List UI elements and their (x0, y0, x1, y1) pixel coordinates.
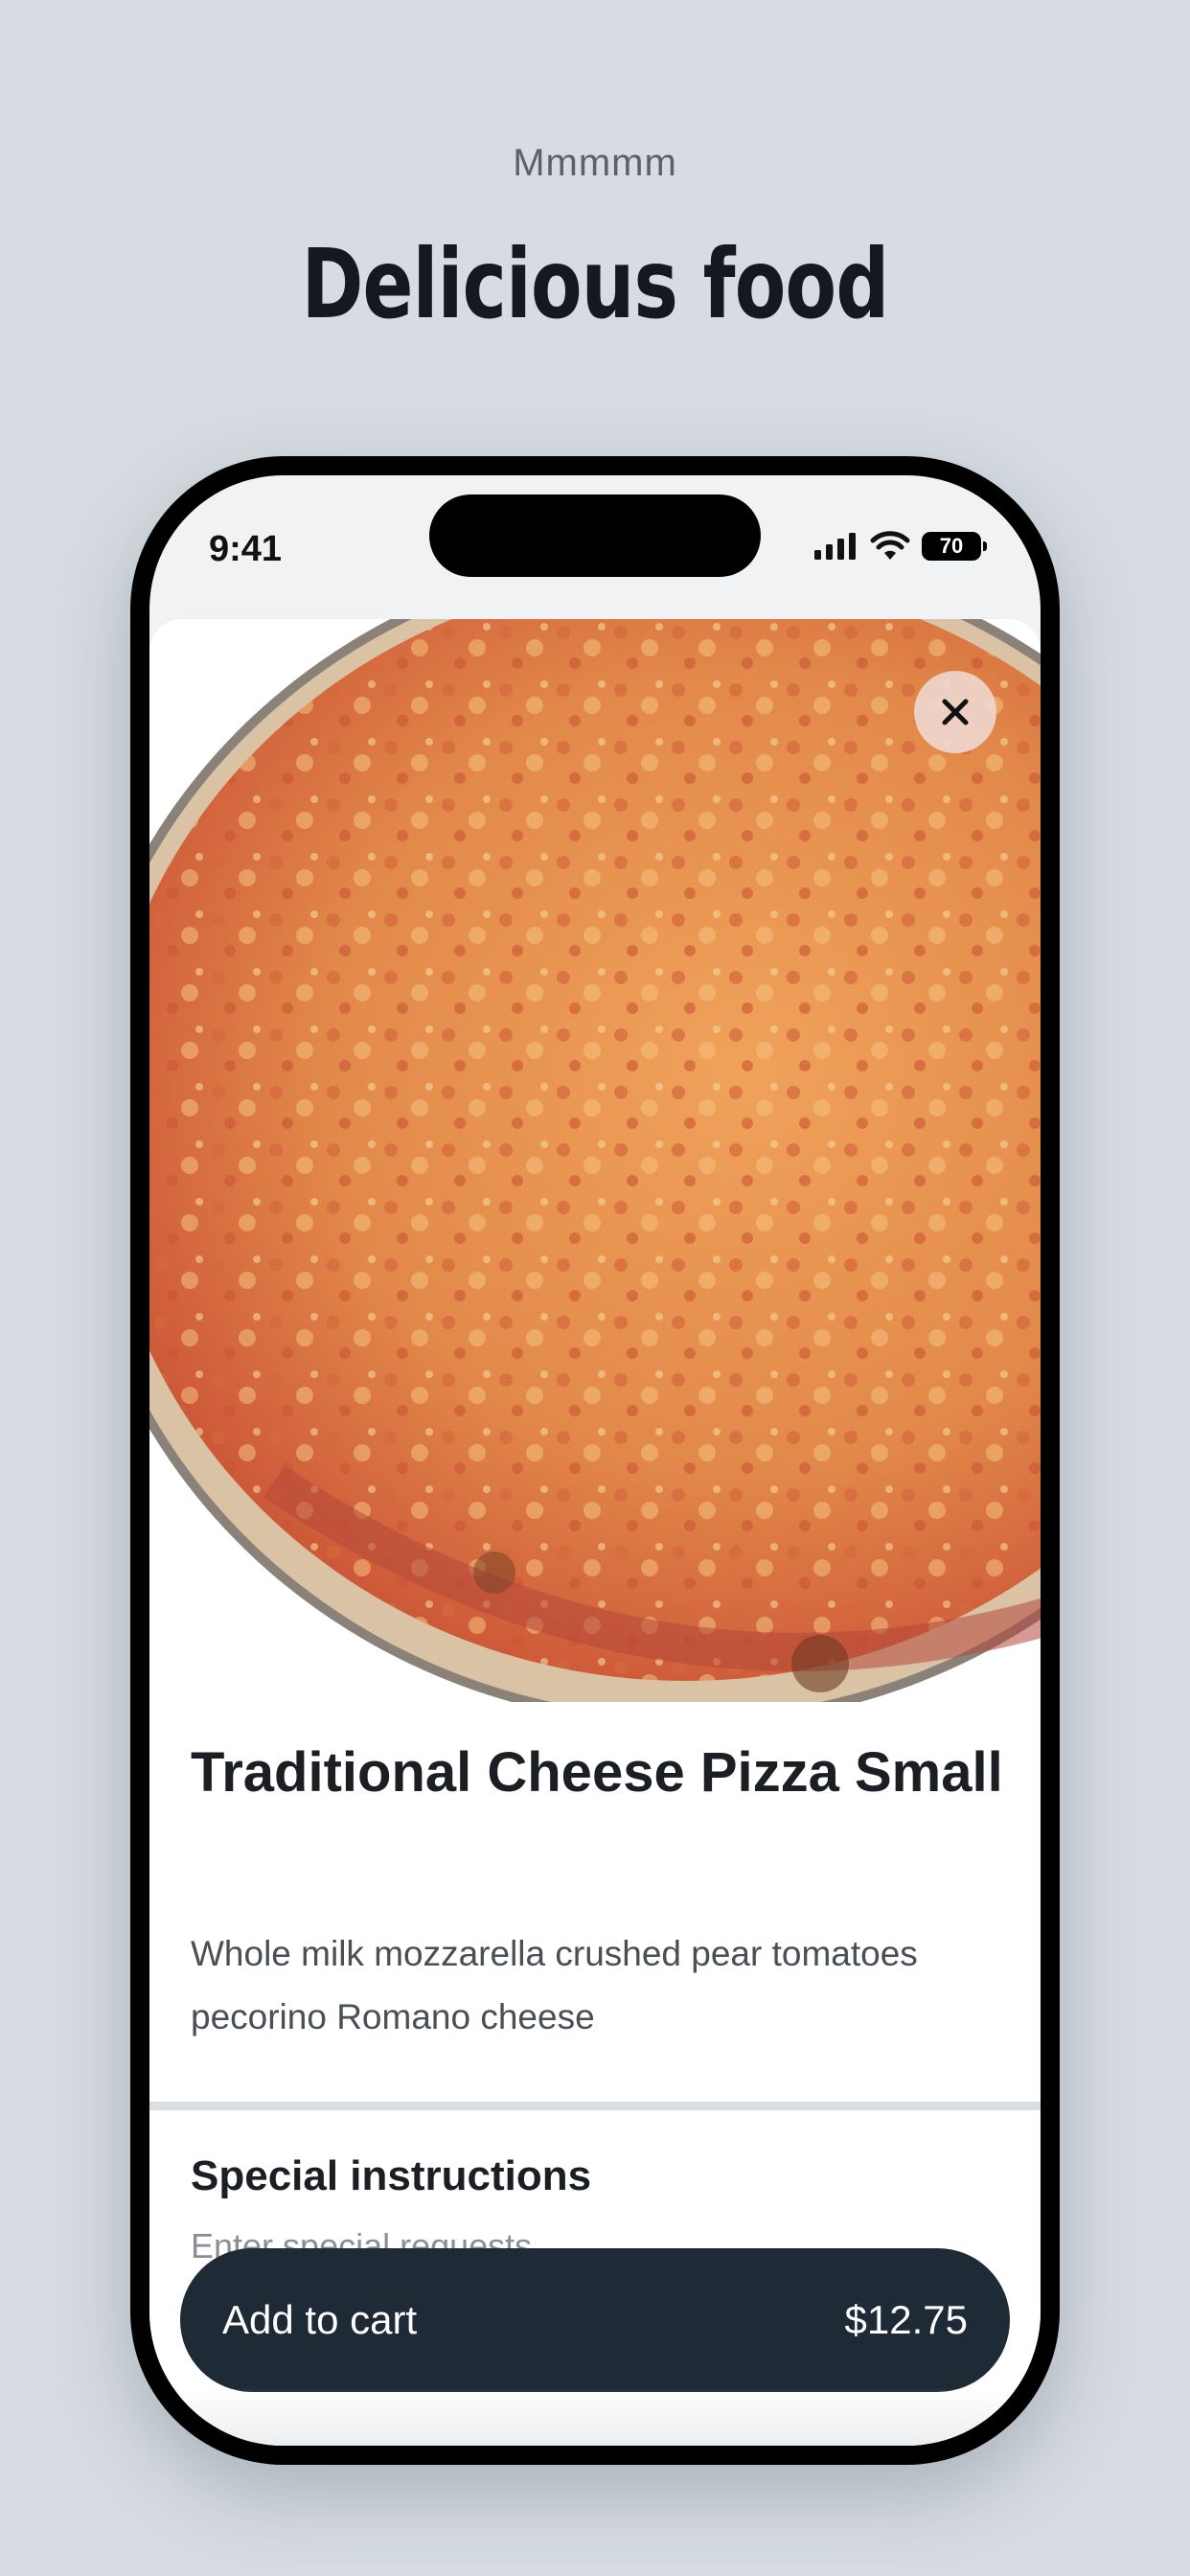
home-indicator-area (149, 2388, 1041, 2446)
add-to-cart-label: Add to cart (222, 2297, 418, 2342)
signal-icon (814, 533, 856, 560)
pizza-photo (149, 619, 1041, 1702)
battery-icon: 70 (922, 532, 987, 561)
add-to-cart-button[interactable]: Add to cart $12.75 (180, 2248, 1010, 2392)
section-divider (149, 2102, 1041, 2110)
dynamic-island (429, 494, 761, 577)
status-time: 9:41 (209, 529, 283, 569)
pizza-illustration (149, 619, 1041, 1702)
special-instructions-title: Special instructions (191, 2152, 592, 2199)
promo-eyebrow: Mmmmm (513, 142, 677, 184)
status-bar: 9:41 70 (149, 475, 1041, 610)
close-icon (942, 699, 969, 725)
product-description: Whole milk mozzarella crushed pear tomat… (191, 1934, 918, 2036)
cart-price: $12.75 (844, 2297, 968, 2342)
status-icons: 70 (812, 531, 987, 562)
product-title: Traditional Cheese Pizza Small (191, 1741, 1003, 1804)
phone-frame: 9:41 70 Traditional Cheese Pizza Small W… (130, 456, 1060, 2465)
wifi-icon (870, 531, 910, 560)
battery-level: 70 (939, 534, 964, 558)
promo-headline: Delicious food (301, 228, 890, 340)
close-button[interactable] (914, 671, 996, 753)
phone-screen: 9:41 70 Traditional Cheese Pizza Small W… (149, 475, 1041, 2446)
product-sheet: Traditional Cheese Pizza Small Whole mil… (149, 619, 1041, 2446)
